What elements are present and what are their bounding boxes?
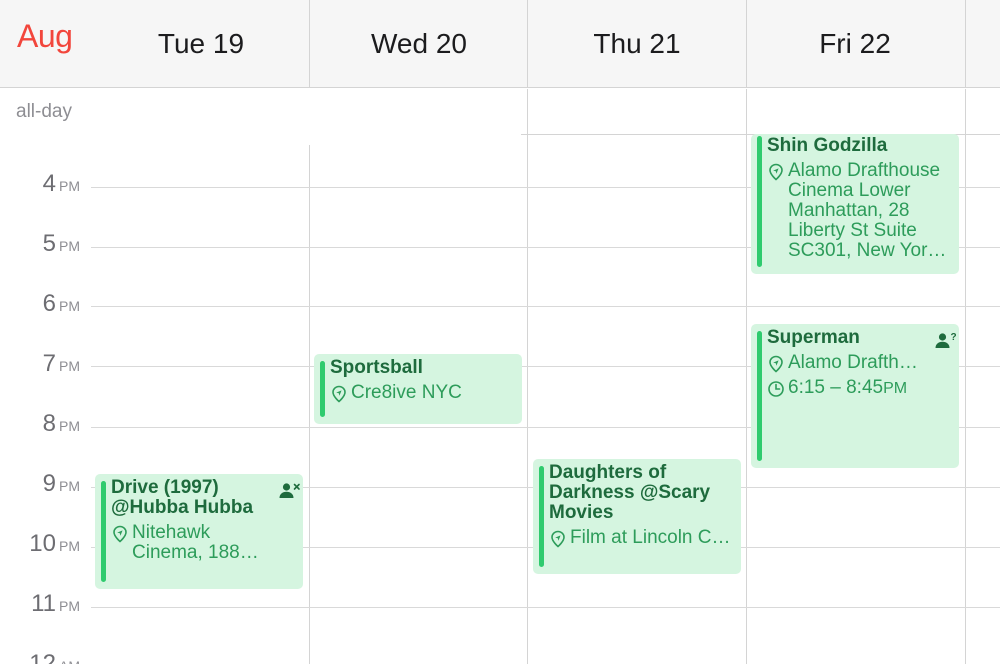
hour-label-11pm: 11 PM: [31, 590, 80, 617]
hour-label-8pm: 8 PM: [42, 410, 80, 437]
event-location: Cre8ive NYC: [351, 383, 462, 403]
event-color-bar: [539, 466, 544, 567]
event-title: Superman: [767, 328, 860, 348]
event-title: Sportsball: [330, 358, 423, 378]
location-pin-icon: [769, 163, 783, 181]
event-color-bar: [320, 361, 325, 417]
column-divider: [965, 135, 966, 664]
event-sportsball[interactable]: Sportsball Cre8ive NYC: [314, 354, 522, 424]
location-pin-icon: [551, 530, 565, 548]
event-shin-godzilla[interactable]: Shin Godzilla Alamo Drafthouse Cinema Lo…: [751, 134, 959, 274]
hour-line: [91, 607, 1000, 608]
hour-label-9pm: 9 PM: [42, 470, 80, 497]
clock-icon: [768, 381, 784, 397]
hour-label-5pm: 5 PM: [42, 230, 80, 257]
location-pin-icon: [113, 525, 127, 543]
column-divider: [746, 135, 747, 664]
day-header-fri[interactable]: Fri 22: [746, 0, 964, 88]
event-location: Film at Lincoln C…: [570, 528, 731, 548]
hour-label-4pm: 4 PM: [42, 170, 80, 197]
all-day-divider: [527, 89, 528, 135]
event-color-bar: [757, 136, 762, 267]
header-divider: [965, 0, 966, 88]
hour-line: [91, 306, 1000, 307]
month-label[interactable]: Aug: [17, 18, 73, 55]
day-header-tue[interactable]: Tue 19: [92, 0, 310, 88]
event-location: Alamo Drafthouse Cinema Lower Manhattan,…: [788, 161, 947, 261]
header-divider: [309, 0, 310, 88]
event-time: 6:15 – 8:45PM: [788, 378, 908, 398]
location-pin-icon: [332, 385, 346, 403]
column-divider: [527, 135, 528, 664]
event-location: Alamo Drafth…: [788, 353, 918, 373]
day-header-thu[interactable]: Thu 21: [528, 0, 746, 88]
event-color-bar: [101, 481, 106, 582]
hour-label-7pm: 7 PM: [42, 350, 80, 377]
event-superman[interactable]: ? Superman Alamo Drafth… 6:15 – 8:45PM: [751, 324, 959, 468]
header-divider: [746, 0, 747, 88]
column-divider: [309, 145, 310, 664]
location-pin-icon: [769, 355, 783, 373]
svg-text:?: ?: [951, 332, 957, 343]
event-title: Drive (1997) @Hubba Hubba: [111, 478, 254, 518]
person-declined-icon: [279, 483, 300, 498]
event-title: Shin Godzilla: [767, 136, 888, 156]
all-day-divider: [965, 89, 966, 135]
all-day-divider: [746, 89, 747, 135]
event-title: Daughters of Darkness @Scary Movies: [549, 463, 711, 523]
person-question-icon: ?: [935, 332, 957, 348]
event-location: Nitehawk Cinema, 188…: [132, 523, 259, 563]
hour-label-10pm: 10 PM: [29, 530, 80, 557]
event-daughters-of-darkness[interactable]: Daughters of Darkness @Scary Movies Film…: [533, 459, 741, 574]
event-drive-1997[interactable]: Drive (1997) @Hubba Hubba Nitehawk Cinem…: [95, 474, 303, 589]
day-header-wed[interactable]: Wed 20: [310, 0, 528, 88]
hour-label-12am: 12AM: [29, 650, 80, 664]
hour-label-6pm: 6 PM: [42, 290, 80, 317]
event-color-bar: [757, 331, 762, 461]
all-day-label: all-day: [16, 101, 72, 122]
calendar-header: Aug Tue 19 Wed 20 Thu 21 Fri 22: [0, 0, 1000, 88]
header-divider: [527, 0, 528, 88]
